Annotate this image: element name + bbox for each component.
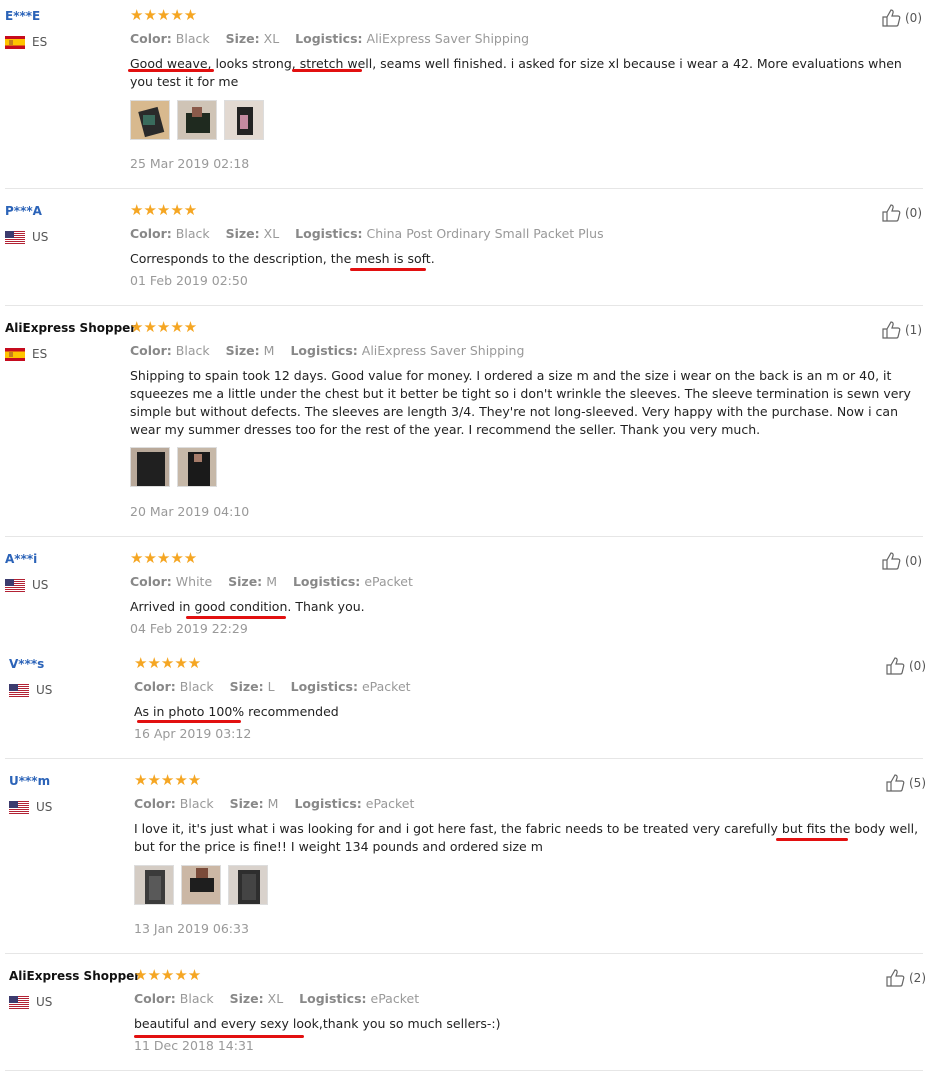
helpful-button[interactable]: (2) <box>885 968 926 988</box>
order-info: Color: Black Size: XL Logistics: ePacket <box>134 991 420 1006</box>
order-info: Color: Black Size: L Logistics: ePacket <box>134 679 411 694</box>
helpful-button[interactable]: (0) <box>885 656 926 676</box>
reviewer-name[interactable]: P***A <box>5 204 42 218</box>
divider <box>5 1070 923 1071</box>
thumbs-up-icon <box>882 552 901 570</box>
review-date: 20 Mar 2019 04:10 <box>130 504 250 519</box>
highlight-underline <box>128 69 214 72</box>
reviewer-name[interactable]: V***s <box>9 657 44 671</box>
reviewer-name[interactable]: AliExpress Shopper <box>9 969 140 983</box>
thumbs-up-icon <box>882 204 901 222</box>
review-date: 11 Dec 2018 14:31 <box>134 1038 254 1053</box>
review-date: 25 Mar 2019 02:18 <box>130 156 250 171</box>
order-info: Color: Black Size: M Logistics: ePacket <box>134 796 415 811</box>
order-info: Color: Black Size: XL Logistics: China Post… <box>130 226 604 241</box>
star-rating: ★★★★★ <box>130 6 198 24</box>
order-info: Color: Black Size: XL Logistics: AliExpress… <box>130 31 530 46</box>
review-photo[interactable] <box>228 865 268 905</box>
review-date: 13 Jan 2019 06:33 <box>134 921 249 936</box>
star-rating: ★★★★★ <box>134 771 202 789</box>
star-rating: ★★★★★ <box>130 318 198 336</box>
review-date: 01 Feb 2019 02:50 <box>130 273 248 288</box>
helpful-button[interactable]: (0) <box>881 551 922 571</box>
flag-icon <box>9 800 29 814</box>
review-photos <box>130 100 264 140</box>
review-photo[interactable] <box>177 100 217 140</box>
review-photo[interactable] <box>224 100 264 140</box>
divider <box>5 758 923 759</box>
flag-icon <box>5 35 25 49</box>
order-info: Color: Black Size: M Logistics: AliExpress … <box>130 343 525 358</box>
helpful-button[interactable]: (5) <box>885 773 926 793</box>
star-rating: ★★★★★ <box>130 549 198 567</box>
review-photo[interactable] <box>130 447 170 487</box>
review-photos <box>134 865 268 905</box>
reviewer-country: US <box>9 683 52 697</box>
review-text: Arrived in good condition. Thank you. <box>130 599 365 614</box>
divider <box>5 305 923 306</box>
review-date: 16 Apr 2019 03:12 <box>134 726 252 741</box>
reviewer-country: ES <box>5 35 47 49</box>
reviewer-country: US <box>9 995 52 1009</box>
reviewer-name[interactable]: A***i <box>5 552 37 566</box>
highlight-underline <box>776 838 848 841</box>
helpful-button[interactable]: (0) <box>881 203 922 223</box>
reviewer-country: US <box>9 800 52 814</box>
review-text: As in photo 100% recommended <box>134 704 339 719</box>
reviewer-name[interactable]: U***m <box>9 774 50 788</box>
flag-icon <box>9 995 29 1009</box>
review-photo[interactable] <box>177 447 217 487</box>
highlight-underline <box>292 69 362 72</box>
thumbs-up-icon <box>882 321 901 339</box>
thumbs-up-icon <box>882 9 901 27</box>
helpful-button[interactable]: (1) <box>881 320 922 340</box>
flag-icon <box>5 578 25 592</box>
review-text: Corresponds to the description, the mesh… <box>130 251 435 266</box>
reviewer-name[interactable]: AliExpress Shopper <box>5 321 136 335</box>
thumbs-up-icon <box>886 969 905 987</box>
flag-icon <box>5 230 25 244</box>
review-photo[interactable] <box>181 865 221 905</box>
review-date: 04 Feb 2019 22:29 <box>130 621 248 636</box>
review-text: beautiful and every sexy look,thank you … <box>134 1016 501 1031</box>
highlight-underline <box>186 616 286 619</box>
order-info: Color: White Size: M Logistics: ePacket <box>130 574 413 589</box>
highlight-underline <box>137 720 241 723</box>
star-rating: ★★★★★ <box>130 201 198 219</box>
helpful-button[interactable]: (0) <box>881 8 922 28</box>
review-photo[interactable] <box>134 865 174 905</box>
highlight-underline <box>350 268 426 271</box>
star-rating: ★★★★★ <box>134 966 202 984</box>
star-rating: ★★★★★ <box>134 654 202 672</box>
reviewer-country: US <box>5 578 48 592</box>
reviewer-country: US <box>5 230 48 244</box>
thumbs-up-icon <box>886 774 905 792</box>
flag-icon <box>5 347 25 361</box>
review-text: Shipping to spain took 12 days. Good val… <box>130 368 911 437</box>
highlight-underline <box>134 1035 304 1038</box>
review-text: Good weave, looks strong, stretch well, … <box>130 56 902 89</box>
review-photos <box>130 447 217 487</box>
divider <box>5 188 923 189</box>
reviewer-name[interactable]: E***E <box>5 9 40 23</box>
reviewer-country: ES <box>5 347 47 361</box>
review-photo[interactable] <box>130 100 170 140</box>
divider <box>5 536 923 537</box>
flag-icon <box>9 683 29 697</box>
thumbs-up-icon <box>886 657 905 675</box>
divider <box>5 953 923 954</box>
